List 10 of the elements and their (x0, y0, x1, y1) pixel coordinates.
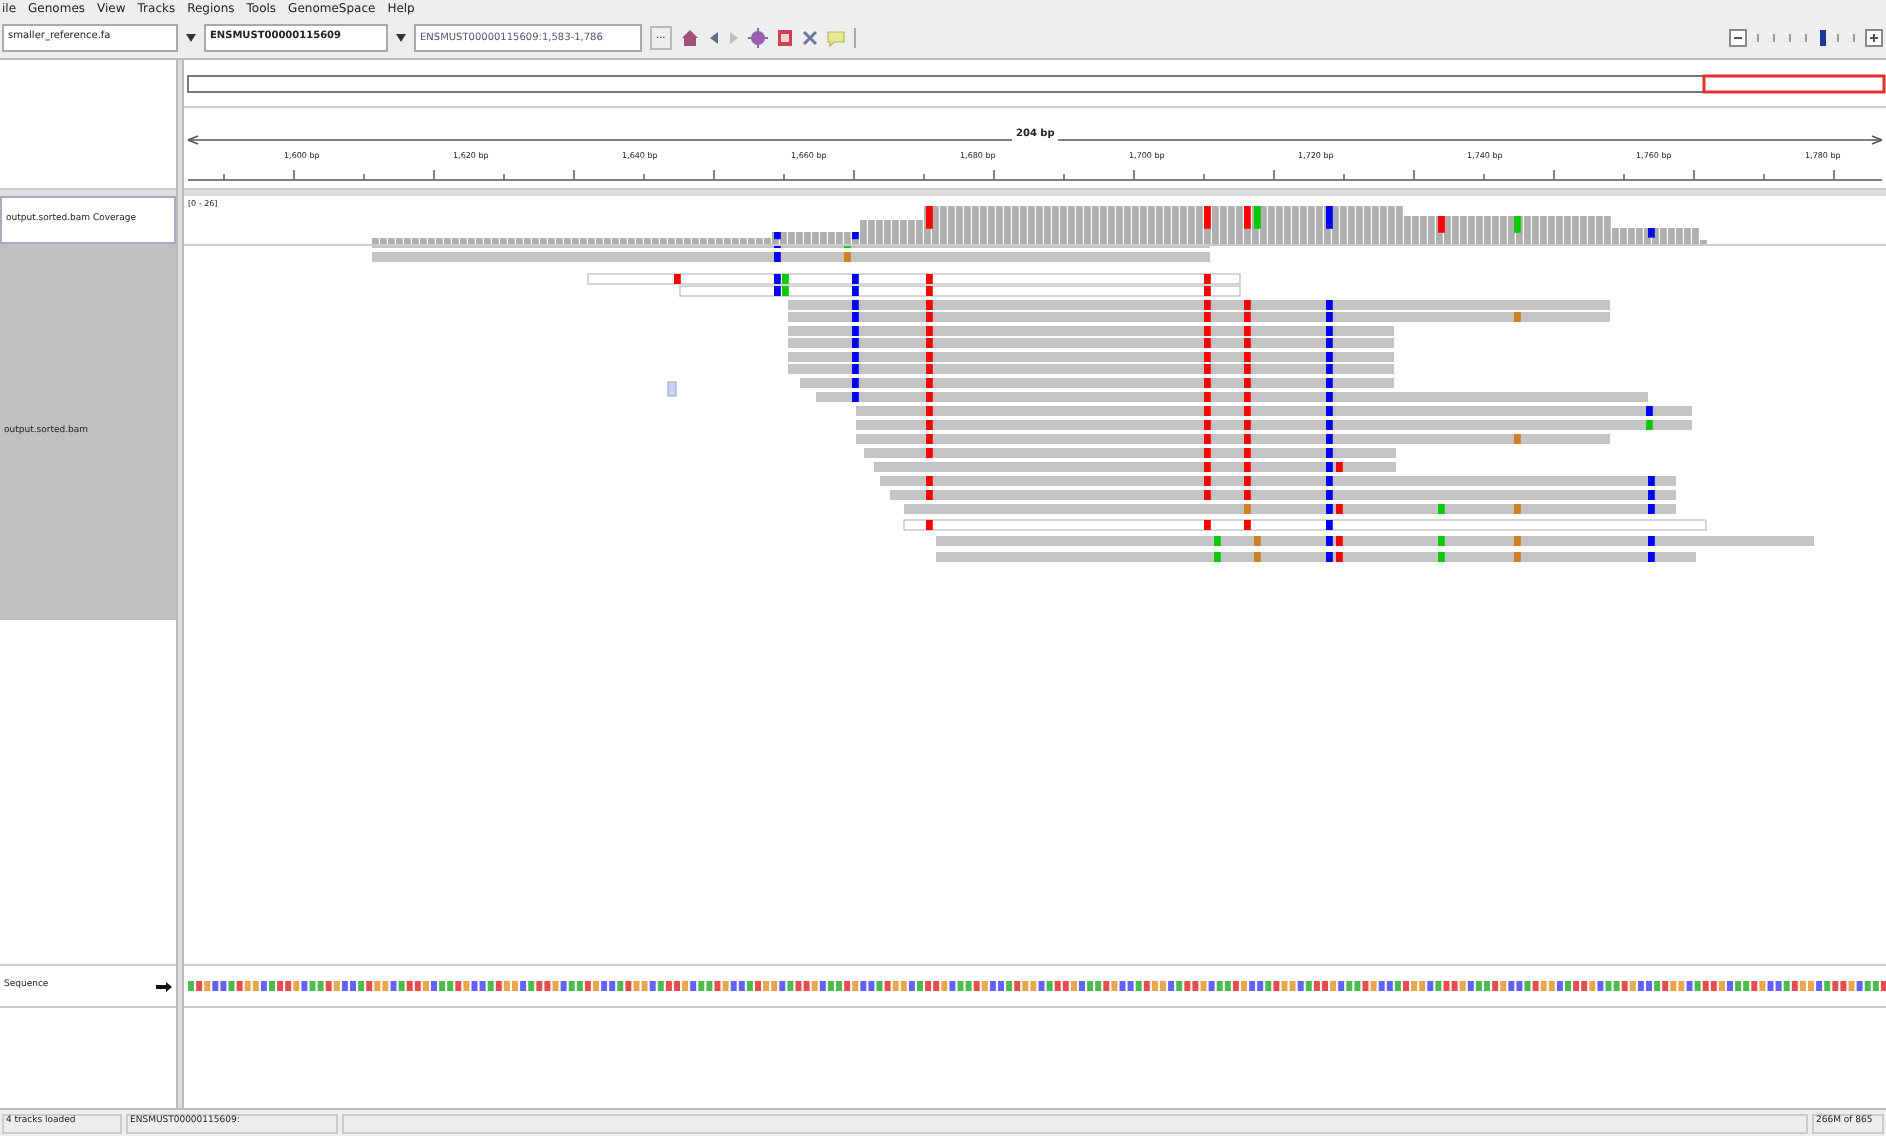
dropdown-caret-icon[interactable] (396, 34, 406, 42)
zoom-slider-drawing[interactable] (1728, 26, 1884, 50)
home-icon[interactable] (679, 28, 700, 48)
close-icon[interactable] (801, 30, 818, 46)
strand-arrow-icon[interactable] (156, 981, 172, 991)
back-icon[interactable] (707, 30, 720, 46)
square-icon[interactable] (775, 28, 794, 48)
chromosome-ideogram-drawing[interactable] (184, 69, 1886, 97)
crosshair-icon[interactable] (747, 28, 768, 48)
dropdown-caret-icon[interactable] (186, 34, 196, 42)
